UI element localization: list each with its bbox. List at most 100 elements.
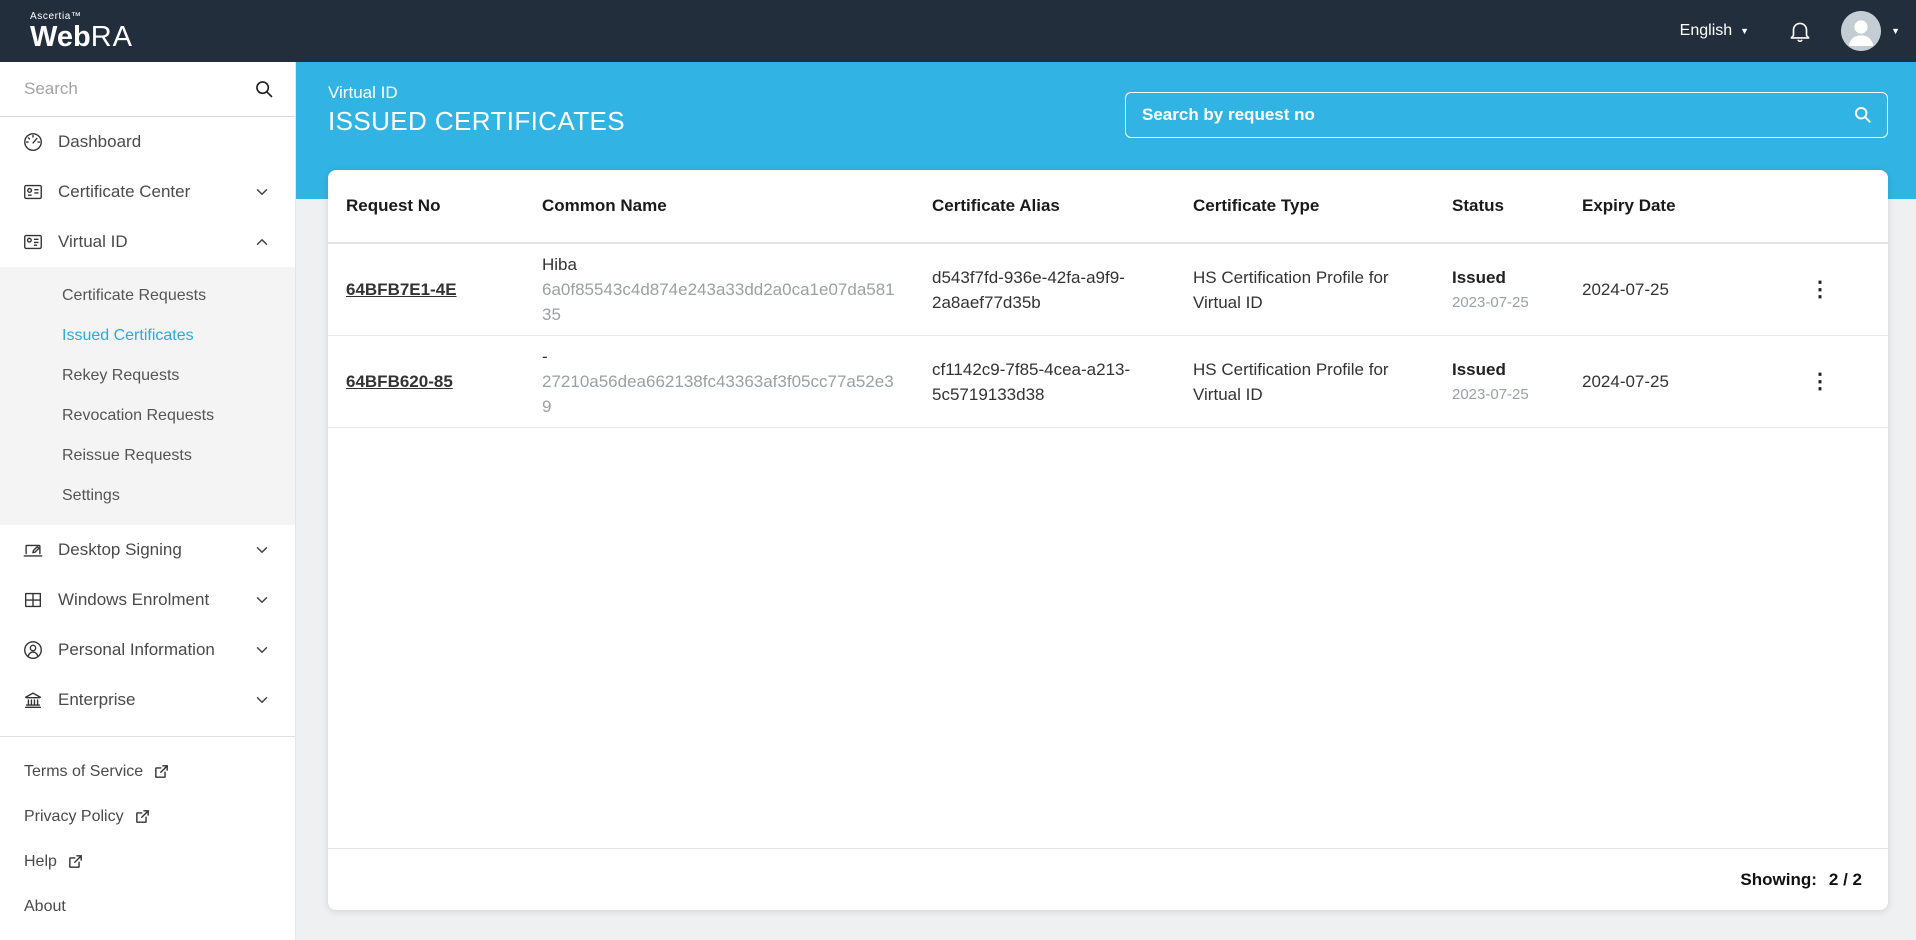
request-no-link[interactable]: 64BFB7E1-4E: [346, 280, 457, 299]
chevron-down-icon: [253, 541, 271, 559]
search-icon[interactable]: [1852, 104, 1873, 125]
kebab-icon: ⋮: [1809, 370, 1831, 393]
expiry-date: 2024-07-25: [1564, 243, 1752, 336]
sidebar-item-certificate-center[interactable]: Certificate Center: [0, 167, 295, 217]
sidebar-link-privacy-policy[interactable]: Privacy Policy: [0, 794, 295, 839]
page-title: ISSUED CERTIFICATES: [328, 106, 626, 136]
top-bar: Ascertia™ WebRA English ▼ ▼: [0, 0, 1916, 62]
link-label: Privacy Policy: [24, 807, 124, 825]
status-date: 2023-07-25: [1452, 293, 1529, 311]
submenu-label: Reissue Requests: [62, 447, 192, 464]
sidebar-item-issued-certificates[interactable]: Issued Certificates: [0, 316, 295, 356]
user-avatar[interactable]: [1841, 11, 1882, 51]
showing-count: 2 / 2: [1828, 869, 1862, 889]
bell-icon: [1790, 22, 1810, 43]
request-no-link[interactable]: 64BFB620-85: [346, 372, 453, 391]
status-badge: Issued: [1452, 267, 1506, 287]
chevron-down-icon: [253, 641, 271, 659]
app-logo: Ascertia™ WebRA: [30, 10, 133, 52]
sidebar-search: [0, 62, 295, 117]
status-badge: Issued: [1452, 359, 1506, 379]
issued-certificates-table: Request No Common Name Certificate Alias…: [328, 170, 1888, 428]
sidebar-item-label: Personal Information: [58, 640, 215, 659]
account-menu-chevron[interactable]: ▼: [1891, 26, 1900, 36]
sidebar: Dashboard Certificate Center Virtual ID …: [0, 62, 296, 940]
windows-icon: [21, 588, 45, 612]
sidebar-item-desktop-signing[interactable]: Desktop Signing: [0, 525, 295, 575]
topbar-actions: English ▼ ▼: [1680, 11, 1900, 51]
sidebar-item-enterprise[interactable]: Enterprise: [0, 675, 295, 725]
chevron-up-icon: [253, 233, 271, 251]
certificate-type: HS Certification Profile for Virtual ID: [1175, 243, 1434, 336]
table-header-row: Request No Common Name Certificate Alias…: [328, 170, 1888, 244]
external-link-icon: [153, 763, 170, 780]
chevron-down-icon: [253, 591, 271, 609]
sidebar-item-windows-enrolment[interactable]: Windows Enrolment: [0, 575, 295, 625]
column-header-expiry-date: Expiry Date: [1564, 170, 1752, 244]
sidebar-item-revocation-requests[interactable]: Revocation Requests: [0, 396, 295, 436]
sidebar-item-rekey-requests[interactable]: Rekey Requests: [0, 356, 295, 396]
virtual-id-icon: [21, 230, 45, 254]
column-header-certificate-type: Certificate Type: [1175, 170, 1434, 244]
sidebar-item-label: Virtual ID: [58, 232, 128, 251]
sidebar-item-personal-information[interactable]: Personal Information: [0, 625, 295, 675]
sidebar-item-label: Dashboard: [58, 132, 142, 151]
common-name-hash: 27210a56dea662138fc43363af3f05cc77a52e39: [542, 372, 894, 416]
link-label: About: [24, 897, 66, 915]
showing-label: Showing:: [1740, 869, 1817, 889]
notifications-button[interactable]: [1787, 18, 1813, 44]
sidebar-divider: [0, 736, 295, 737]
request-search-input[interactable]: [1125, 92, 1888, 138]
sidebar-item-reissue-requests[interactable]: Reissue Requests: [0, 436, 295, 476]
enterprise-icon: [21, 688, 45, 712]
external-link-icon: [67, 853, 84, 870]
sidebar-item-settings[interactable]: Settings: [0, 476, 295, 516]
submenu-label: Rekey Requests: [62, 367, 180, 384]
external-link-icon: [134, 808, 151, 825]
language-selector[interactable]: English ▼: [1680, 22, 1749, 40]
column-header-status: Status: [1434, 170, 1564, 244]
main-content: Virtual ID ISSUED CERTIFICATES Request N…: [296, 62, 1916, 940]
sidebar-link-help[interactable]: Help: [0, 839, 295, 884]
link-label: Help: [24, 852, 57, 870]
table-row: 64BFB620-85 - 27210a56dea662138fc43363af…: [328, 335, 1888, 428]
certificate-alias: d543f7fd-936e-42fa-a9f9-2a8aef77d35b: [914, 243, 1175, 336]
brand-webra: WebRA: [30, 21, 133, 53]
chevron-down-icon: ▼: [1740, 25, 1750, 36]
kebab-icon: ⋮: [1809, 278, 1831, 301]
language-label: English: [1679, 22, 1733, 39]
sidebar-link-about[interactable]: About: [0, 884, 295, 929]
person-icon: [21, 638, 45, 662]
sidebar-item-label: Enterprise: [58, 690, 136, 709]
link-label: Terms of Service: [24, 762, 144, 780]
submenu-label: Certificate Requests: [62, 287, 207, 304]
issued-certificates-card: Request No Common Name Certificate Alias…: [328, 170, 1888, 910]
column-header-request-no: Request No: [328, 170, 524, 244]
submenu-label: Issued Certificates: [62, 327, 194, 344]
submenu-label: Revocation Requests: [62, 407, 215, 424]
dashboard-icon: [21, 130, 45, 154]
virtual-id-submenu: Certificate Requests Issued Certificates…: [0, 267, 295, 525]
table-row: 64BFB7E1-4E Hiba 6a0f85543c4d874e243a33d…: [328, 243, 1888, 336]
desktop-signing-icon: [21, 538, 45, 562]
status-date: 2023-07-25: [1452, 385, 1529, 403]
search-icon[interactable]: [253, 78, 275, 100]
submenu-label: Settings: [62, 487, 120, 504]
column-header-actions: [1752, 170, 1888, 244]
sidebar-item-virtual-id[interactable]: Virtual ID: [0, 217, 295, 267]
common-name-hash: 6a0f85543c4d874e243a33dd2a0ca1e07da58135: [542, 280, 895, 324]
sidebar-link-terms-of-service[interactable]: Terms of Service: [0, 749, 295, 794]
common-name: Hiba: [542, 255, 577, 274]
sidebar-item-certificate-requests[interactable]: Certificate Requests: [0, 276, 295, 316]
sidebar-item-dashboard[interactable]: Dashboard: [0, 117, 295, 167]
table-footer: Showing: 2 / 2: [328, 848, 1888, 910]
sidebar-item-label: Windows Enrolment: [58, 590, 210, 609]
sidebar-search-input[interactable]: [0, 62, 295, 116]
breadcrumb: Virtual ID: [328, 83, 398, 102]
row-actions-button[interactable]: ⋮: [1802, 275, 1839, 304]
chevron-down-icon: [253, 183, 271, 201]
certificate-type: HS Certification Profile for Virtual ID: [1175, 335, 1434, 428]
column-header-certificate-alias: Certificate Alias: [914, 170, 1175, 244]
request-search: [1125, 92, 1888, 138]
row-actions-button[interactable]: ⋮: [1802, 367, 1839, 396]
